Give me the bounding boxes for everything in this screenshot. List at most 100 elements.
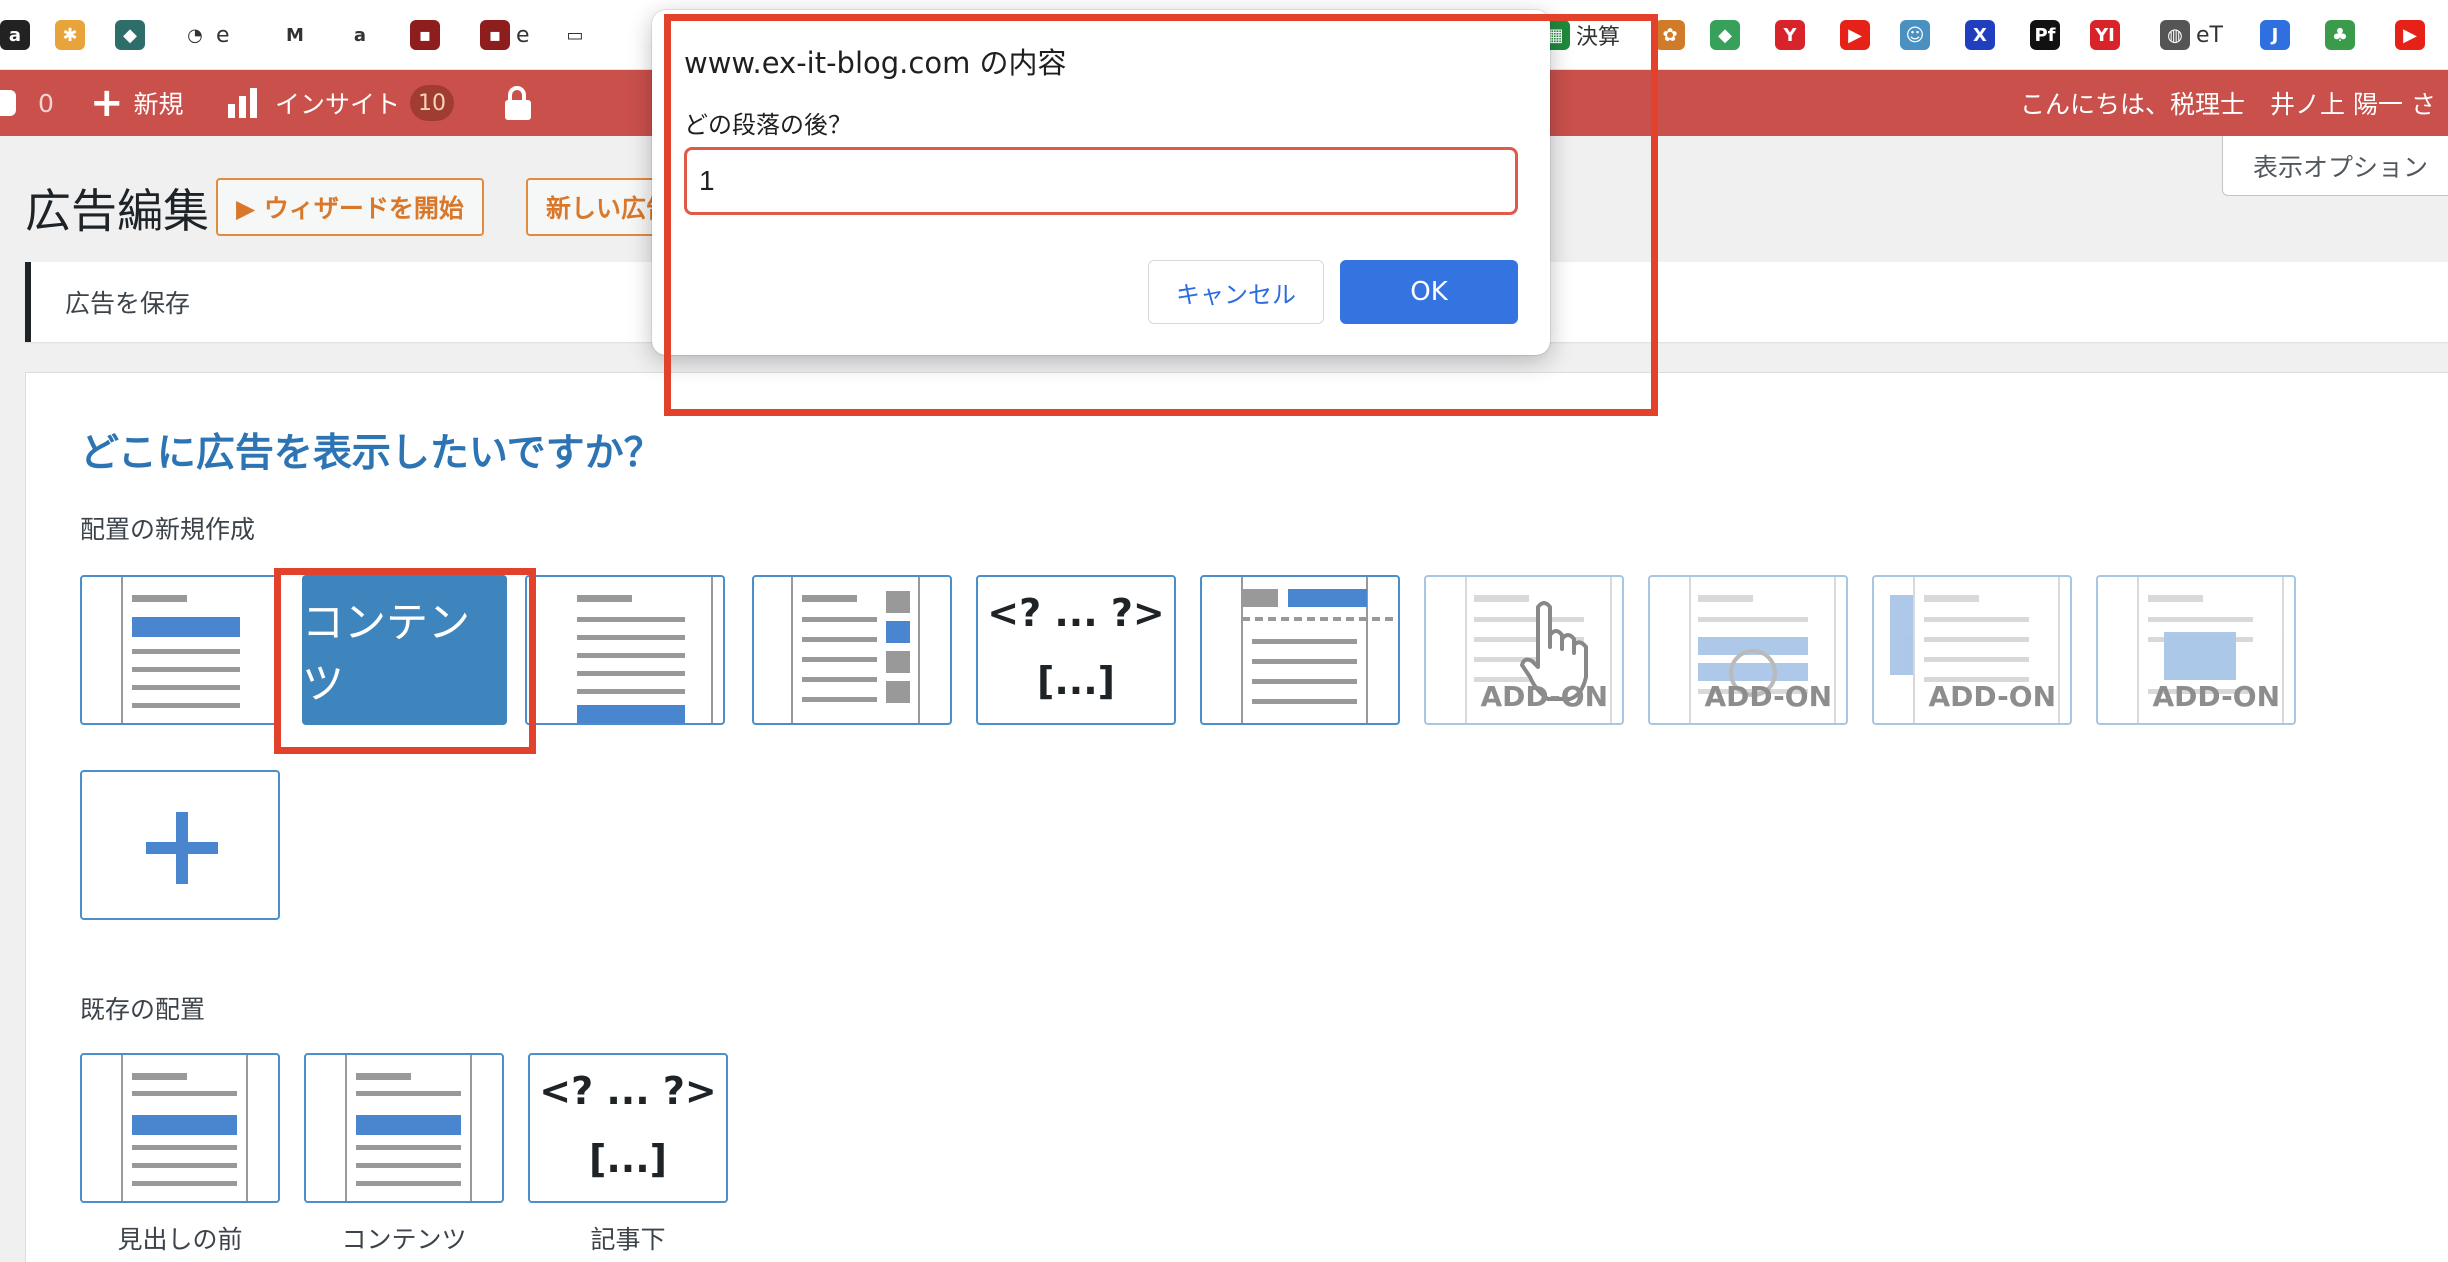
bookmark-item[interactable]: ▪ e: [480, 17, 530, 53]
bookmark-item[interactable]: ✿: [1655, 17, 1685, 53]
x-icon: X: [1965, 20, 1995, 50]
layout-content-icon: [345, 1055, 472, 1201]
placement-click-addon-tile[interactable]: ADD-ON: [1424, 575, 1624, 725]
placement-sticky-addon-tile[interactable]: ADD-ON: [1872, 575, 2072, 725]
code-tag-text: <? ... ?>: [539, 1069, 717, 1113]
placement-header-tile[interactable]: [1200, 575, 1400, 725]
youtube-icon: ▶: [1840, 20, 1870, 50]
placement-question: どこに広告を表示したいですか？: [80, 431, 663, 476]
bookmark-label: e: [216, 22, 230, 48]
placement-manual-code-tile[interactable]: <? ... ?> [...]: [976, 575, 1176, 725]
existing-content-tile[interactable]: [304, 1053, 504, 1203]
bookmark-item[interactable]: ◍ eT: [2160, 17, 2223, 53]
new-placement-label: 配置の新規作成: [80, 515, 256, 544]
bookmark-item[interactable]: ◔ e: [180, 17, 230, 53]
save-ad-label[interactable]: 広告を保存: [65, 284, 190, 320]
comments-item[interactable]: 0: [0, 70, 54, 136]
placement-sidebar-tile[interactable]: [752, 575, 952, 725]
amazon-icon: a: [353, 24, 367, 46]
bookmark-item[interactable]: ♣: [2325, 17, 2355, 53]
existing-caption: 見出しの前: [117, 1225, 243, 1254]
start-wizard-button[interactable]: ▶ ウィザードを開始: [216, 178, 484, 236]
addon-label: ADD-ON: [1928, 680, 2056, 713]
bookmark-item[interactable]: ▶: [1840, 17, 1870, 53]
addon-label: ADD-ON: [1704, 680, 1832, 713]
placement-refresh-addon-tile[interactable]: ADD-ON: [1648, 575, 1848, 725]
bookmark-item[interactable]: J: [2260, 17, 2290, 53]
face-icon: ☺: [1900, 20, 1930, 50]
existing-placement-label: 既存の配置: [80, 995, 206, 1024]
shortcode-text: [...]: [588, 1137, 668, 1181]
bookmark-item[interactable]: a: [345, 17, 375, 53]
shortcode-text: [...]: [1036, 659, 1116, 703]
bookmark-item[interactable]: ◆: [115, 17, 145, 53]
gmail-icon: M: [286, 24, 304, 46]
new-content-item[interactable]: + 新規: [90, 70, 184, 136]
existing-after-post-tile[interactable]: <? ... ?> [...]: [528, 1053, 728, 1203]
layout-sidebar-icon: [791, 577, 920, 723]
plus-icon: [146, 812, 218, 884]
lock-item[interactable]: [505, 70, 531, 136]
plus-icon: +: [90, 80, 124, 126]
new-ad-button[interactable]: 新しい広告: [526, 178, 666, 236]
new-label: 新規: [133, 90, 184, 119]
placement-after-content-tile[interactable]: [525, 575, 725, 725]
y-icon: Y: [1775, 20, 1805, 50]
game-icon: ✿: [1655, 20, 1685, 50]
book-icon: ▪: [480, 20, 510, 50]
youtube-icon: ▶: [2395, 20, 2425, 50]
globe-icon: ◍: [2160, 20, 2190, 50]
existing-before-heading-tile[interactable]: [80, 1053, 280, 1203]
yi-icon: YI: [2090, 20, 2120, 50]
page-title: 広告編集: [25, 184, 209, 238]
highlight-frame-content: [274, 568, 536, 754]
pf-icon: Pf: [2030, 20, 2060, 50]
feedly-icon: ◆: [1710, 20, 1740, 50]
bookmark-item[interactable]: ◆: [1710, 17, 1740, 53]
clock-icon: ◔: [187, 24, 203, 46]
bookmark-item[interactable]: Y: [1775, 17, 1805, 53]
laptop-icon: ▭: [566, 24, 584, 46]
bookmark-item[interactable]: M: [280, 17, 310, 53]
plant-icon: ♣: [2325, 20, 2355, 50]
bookmark-item[interactable]: ▶: [2395, 17, 2425, 53]
insight-item[interactable]: インサイト 10: [228, 70, 455, 136]
bookmark-label: eT: [2196, 22, 2223, 48]
j-icon: J: [2260, 20, 2290, 50]
layout-after-content-icon: [532, 577, 713, 723]
layout-before-heading-icon: [121, 1055, 248, 1201]
existing-caption: コンテンツ: [341, 1225, 467, 1254]
insight-badge: 10: [410, 85, 455, 121]
screen-options-button[interactable]: 表示オプション: [2222, 136, 2448, 196]
placement-layer-addon-tile[interactable]: ADD-ON: [2096, 575, 2296, 725]
layout-before-content-icon: [121, 577, 278, 723]
bookmark-item[interactable]: ✱: [55, 17, 85, 53]
comments-count: 0: [38, 88, 54, 118]
insight-label: インサイト: [275, 90, 401, 119]
pinwheel-icon: ✱: [55, 20, 85, 50]
bookmark-item[interactable]: X: [1965, 17, 1995, 53]
addon-label: ADD-ON: [2152, 680, 2280, 713]
bookmark-label: e: [516, 22, 530, 48]
bookmark-item[interactable]: Pf: [2030, 17, 2060, 53]
unlock-icon: [505, 86, 531, 120]
bird-icon: ◆: [115, 20, 145, 50]
bookmark-item[interactable]: ☺: [1900, 17, 1930, 53]
account-greeting[interactable]: こんにちは、税理士 井ノ上 陽一 さ: [2020, 70, 2436, 136]
bookmark-item[interactable]: ▪: [410, 17, 440, 53]
addon-label: ADD-ON: [1480, 680, 1608, 713]
layout-header-icon: [1241, 577, 1398, 723]
bookmark-item[interactable]: a: [0, 17, 30, 53]
placement-before-content-tile[interactable]: [80, 575, 280, 725]
amazon-icon: a: [0, 20, 30, 50]
book-icon: ▪: [410, 20, 440, 50]
greeting-text: こんにちは、税理士 井ノ上 陽一 さ: [2020, 90, 2436, 119]
add-placement-button[interactable]: [80, 770, 280, 920]
comment-icon: [0, 90, 16, 116]
bookmark-item[interactable]: ▭: [560, 17, 590, 53]
highlight-frame-dialog: [664, 14, 1658, 416]
bar-chart-icon: [228, 88, 257, 118]
code-tag-text: <? ... ?>: [987, 591, 1165, 635]
bookmark-item[interactable]: YI: [2090, 17, 2120, 53]
existing-caption: 記事下: [590, 1225, 666, 1254]
